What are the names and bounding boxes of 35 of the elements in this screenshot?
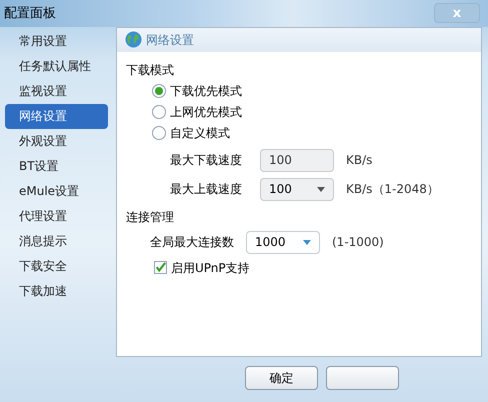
unit-label: KB/s（1-2048） <box>346 181 439 198</box>
section-heading: 下载模式 <box>126 62 175 79</box>
field-label: 最大下载速度 <box>170 152 243 170</box>
radio-option[interactable]: 上网优先模式 <box>152 102 481 123</box>
radio-option[interactable]: 下载优先模式 <box>152 80 481 102</box>
radio-button[interactable] <box>152 105 166 120</box>
sidebar-item[interactable]: BT设置 <box>5 154 108 179</box>
radio-button[interactable] <box>152 84 166 98</box>
globe-icon <box>125 31 142 48</box>
field-label: 全局最大连接数 <box>150 234 234 252</box>
dropdown[interactable]: 1000 <box>246 230 320 254</box>
dialog-button[interactable]: 确定 <box>245 366 318 390</box>
sidebar-item[interactable]: 下载加速 <box>5 278 108 304</box>
sidebar-item[interactable]: 任务默认属性 <box>5 54 108 79</box>
checkbox-label: 启用UPnP支持 <box>171 260 250 277</box>
radio-option[interactable]: 自定义模式 <box>152 122 481 144</box>
unit-label: (1-1000) <box>332 234 384 252</box>
unit-label: KB/s <box>346 152 372 170</box>
dialog-button[interactable] <box>326 366 399 390</box>
sidebar-item[interactable]: 外观设置 <box>5 128 108 154</box>
panel-title: 网络设置 <box>146 32 194 49</box>
field-label: 最大上载速度 <box>170 181 243 198</box>
sidebar-item[interactable]: 代理设置 <box>5 204 108 229</box>
sidebar-item[interactable]: 网络设置 <box>5 104 108 129</box>
window-title: 配置面板 <box>4 4 56 23</box>
checkbox[interactable] <box>154 261 167 274</box>
section-heading: 连接管理 <box>126 208 175 226</box>
sidebar-item[interactable]: eMule设置 <box>5 178 108 204</box>
sidebar-item[interactable]: 消息提示 <box>5 228 108 254</box>
radio-button[interactable] <box>152 126 166 140</box>
caret-icon <box>303 240 311 245</box>
sidebar-item[interactable]: 监视设置 <box>5 78 108 104</box>
caret-icon <box>317 186 325 192</box>
sidebar-item[interactable]: 常用设置 <box>5 28 108 54</box>
sidebar-item[interactable]: 下载安全 <box>5 254 108 279</box>
